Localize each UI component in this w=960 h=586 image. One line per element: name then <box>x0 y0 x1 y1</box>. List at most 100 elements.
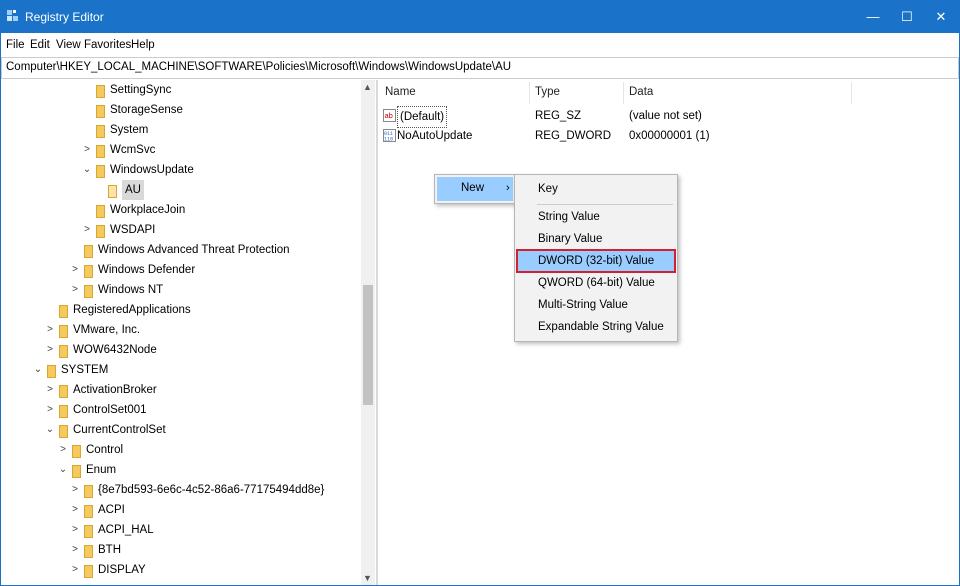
tree-node[interactable]: ⌄ CurrentControlSet <box>1 420 359 440</box>
submenu-item-label: Binary Value <box>538 233 603 245</box>
tree-node[interactable]: ⌄ SYSTEM <box>1 360 359 380</box>
folder-icon <box>59 345 68 358</box>
title-bar: Registry Editor — ☐ ✕ <box>1 1 959 33</box>
maximize-button[interactable]: ☐ <box>889 1 925 33</box>
scroll-thumb[interactable] <box>363 285 373 405</box>
value-name: (Default) <box>397 106 448 128</box>
submenu-item-label: Expandable String Value <box>538 321 664 333</box>
expanded-arrow-icon[interactable]: ⌄ <box>33 360 43 380</box>
tree-node[interactable]: > WSDAPI <box>1 220 359 240</box>
folder-icon <box>59 325 68 338</box>
column-type-header[interactable]: Type <box>535 86 560 98</box>
tree-node[interactable]: > ControlSet001 <box>1 400 359 420</box>
context-menu: New › <box>434 174 516 204</box>
folder-icon <box>96 85 105 98</box>
address-bar[interactable]: Computer\HKEY_LOCAL_MACHINE\SOFTWARE\Pol… <box>1 57 959 79</box>
folder-icon <box>59 425 68 438</box>
folder-icon <box>96 205 105 218</box>
menu-file[interactable]: File <box>6 39 25 51</box>
menu-favorites[interactable]: Favorites <box>84 39 131 51</box>
collapsed-arrow-icon[interactable]: > <box>70 560 80 580</box>
tree-node-label: {8e7bd593-6e6c-4c52-86a6-77175494dd8e} <box>98 484 325 496</box>
tree-node-label: BTH <box>98 544 121 556</box>
submenu-item[interactable]: Multi-String Value <box>517 294 675 316</box>
column-divider[interactable] <box>529 82 530 104</box>
collapsed-arrow-icon[interactable]: > <box>45 380 55 400</box>
tree-node[interactable]: > ACPI_HAL <box>1 520 359 540</box>
tree-node[interactable]: WorkplaceJoin <box>1 200 359 220</box>
tree-node-label: Enum <box>86 464 117 476</box>
scroll-up-icon[interactable]: ▲ <box>363 82 372 92</box>
tree-node[interactable]: > WcmSvc <box>1 140 359 160</box>
submenu-item-label: Key <box>538 183 558 195</box>
collapsed-arrow-icon[interactable]: > <box>45 400 55 420</box>
tree-node[interactable]: > {8e7bd593-6e6c-4c52-86a6-77175494dd8e} <box>1 480 359 500</box>
submenu-item[interactable]: Expandable String Value <box>517 316 675 338</box>
submenu-item[interactable]: DWORD (32-bit) Value <box>516 249 676 273</box>
folder-icon <box>84 265 93 278</box>
collapsed-arrow-icon[interactable]: > <box>58 440 68 460</box>
expanded-arrow-icon[interactable]: ⌄ <box>58 460 68 480</box>
collapsed-arrow-icon[interactable]: > <box>82 220 92 240</box>
collapsed-arrow-icon[interactable]: > <box>82 140 92 160</box>
folder-icon <box>59 305 68 318</box>
tree-scrollbar[interactable]: ▲ ▼ <box>361 80 375 585</box>
submenu-item[interactable]: Binary Value <box>517 228 675 250</box>
tree-node[interactable]: > WOW6432Node <box>1 340 359 360</box>
tree-node[interactable]: System <box>1 120 359 140</box>
menu-help[interactable]: Help <box>131 39 155 51</box>
value-name: NoAutoUpdate <box>397 130 473 142</box>
menu-view[interactable]: View <box>56 39 81 51</box>
menu-edit[interactable]: Edit <box>30 39 50 51</box>
scroll-down-icon[interactable]: ▼ <box>363 573 372 583</box>
tree-node[interactable]: > Control <box>1 440 359 460</box>
collapsed-arrow-icon[interactable]: > <box>70 540 80 560</box>
minimize-button[interactable]: — <box>855 1 891 33</box>
registry-editor-window: Registry Editor — ☐ ✕ File Edit View Fav… <box>0 0 960 586</box>
new-menu-item[interactable]: New › <box>437 177 513 201</box>
tree-node[interactable]: SettingSync <box>1 80 359 100</box>
tree-node[interactable]: > VMware, Inc. <box>1 320 359 340</box>
tree-node[interactable]: > ACPI <box>1 500 359 520</box>
tree-node[interactable]: AU <box>1 180 359 200</box>
value-row[interactable]: ab (Default) REG_SZ (value not set) <box>379 106 859 128</box>
tree-node[interactable]: > Windows NT <box>1 280 359 300</box>
collapsed-arrow-icon[interactable]: > <box>70 280 80 300</box>
collapsed-arrow-icon[interactable]: > <box>45 320 55 340</box>
collapsed-arrow-icon[interactable]: > <box>70 260 80 280</box>
folder-icon <box>84 565 93 578</box>
tree-node[interactable]: > DISPLAY <box>1 560 359 580</box>
submenu-item[interactable]: QWORD (64-bit) Value <box>517 272 675 294</box>
tree-node[interactable]: > Windows Defender <box>1 260 359 280</box>
tree-node[interactable]: ⌄ Enum <box>1 460 359 480</box>
collapsed-arrow-icon[interactable]: > <box>70 480 80 500</box>
tree-node[interactable]: > ActivationBroker <box>1 380 359 400</box>
collapsed-arrow-icon[interactable]: > <box>70 500 80 520</box>
value-row[interactable]: 011 110 NoAutoUpdate REG_DWORD 0x0000000… <box>379 126 859 146</box>
close-button[interactable]: ✕ <box>923 1 959 33</box>
expanded-arrow-icon[interactable]: ⌄ <box>45 420 55 440</box>
folder-icon <box>84 525 93 538</box>
tree-node-label: Windows Advanced Threat Protection <box>98 244 290 256</box>
tree-node-label: Windows Defender <box>98 264 196 276</box>
submenu-item[interactable]: String Value <box>517 206 675 228</box>
expanded-arrow-icon[interactable]: ⌄ <box>82 160 92 180</box>
column-name-header[interactable]: Name <box>385 86 416 98</box>
submenu-item-label: QWORD (64-bit) Value <box>538 277 655 289</box>
tree-node[interactable]: Windows Advanced Threat Protection <box>1 240 359 260</box>
column-data-header[interactable]: Data <box>629 86 653 98</box>
tree-node-label: WorkplaceJoin <box>110 204 186 216</box>
collapsed-arrow-icon[interactable]: > <box>45 340 55 360</box>
collapsed-arrow-icon[interactable]: > <box>70 520 80 540</box>
tree-node[interactable]: ⌄ WindowsUpdate <box>1 160 359 180</box>
value-type: REG_SZ <box>535 110 582 122</box>
tree-node[interactable]: RegisteredApplications <box>1 300 359 320</box>
column-divider[interactable] <box>623 82 624 104</box>
tree-node[interactable]: > BTH <box>1 540 359 560</box>
tree-node[interactable]: StorageSense <box>1 100 359 120</box>
tree-node-label: Control <box>86 444 124 456</box>
tree-node-label: Windows NT <box>98 284 164 296</box>
submenu-item[interactable]: Key <box>517 178 675 200</box>
pane-splitter[interactable] <box>376 80 378 585</box>
column-divider[interactable] <box>851 82 852 104</box>
